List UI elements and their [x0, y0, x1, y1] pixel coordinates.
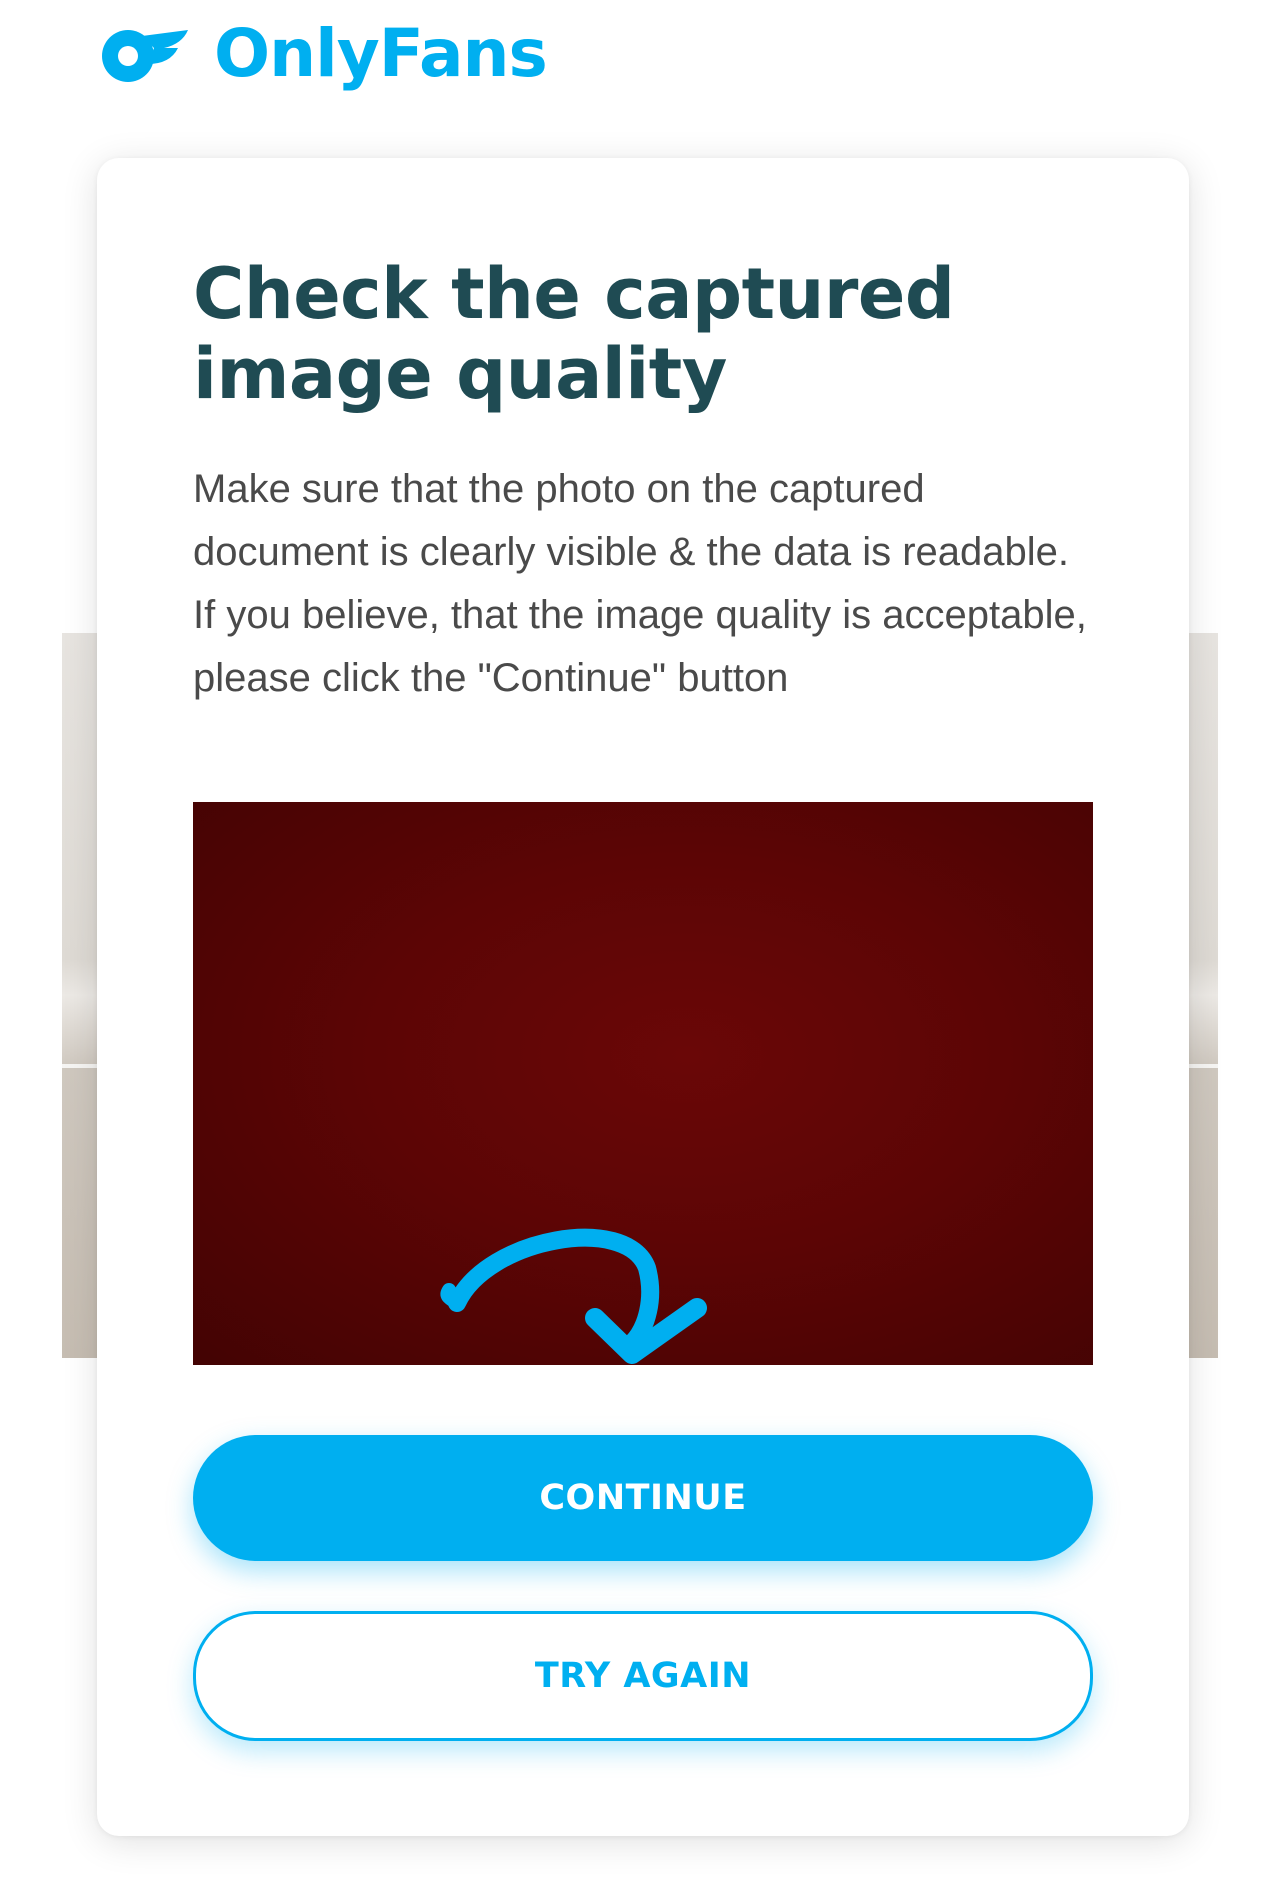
brand-name: OnlyFans [214, 15, 548, 92]
verification-card: Check the captured image quality Make su… [97, 158, 1189, 1836]
continue-button[interactable]: CONTINUE [193, 1435, 1093, 1561]
brand-logo[interactable]: OnlyFans [98, 14, 548, 94]
page-title: Check the captured image quality [193, 253, 955, 415]
try-again-button[interactable]: TRY AGAIN [193, 1611, 1093, 1741]
status-bar-fragment [1198, 0, 1258, 6]
onlyfans-logo-icon [102, 30, 188, 82]
instructions-text: Make sure that the photo on the captured… [193, 467, 1087, 700]
